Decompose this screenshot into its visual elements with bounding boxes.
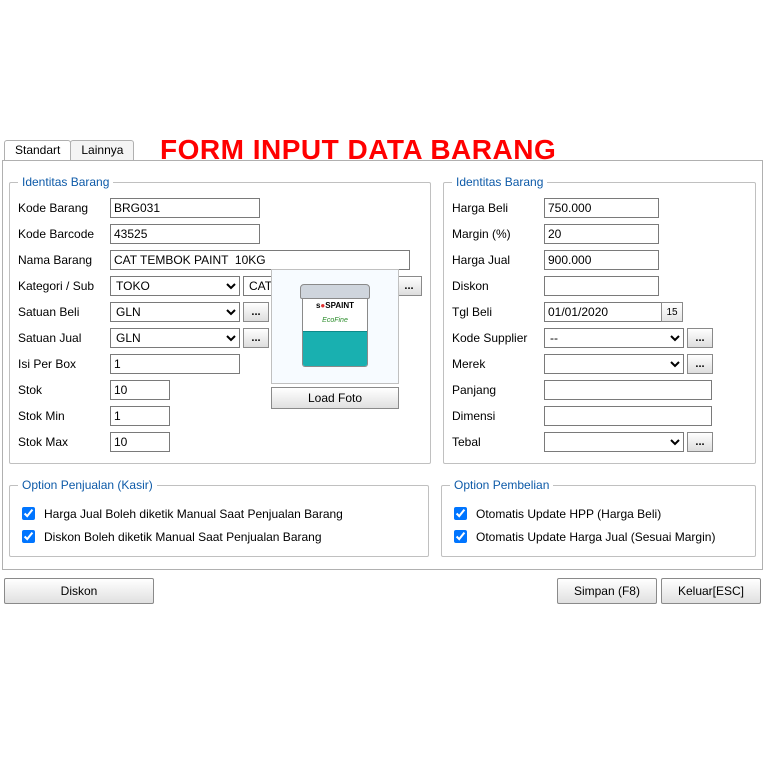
paint-can-icon: s●SPAINT EcoFine (300, 284, 370, 369)
tab-standart[interactable]: Standart (4, 140, 71, 160)
group-option-penjualan: Option Penjualan (Kasir) Harga Jual Bole… (9, 478, 429, 557)
group-identitas-right: Identitas Barang Harga Beli Margin (%) H… (443, 175, 756, 464)
group-option-pembelian: Option Pembelian Otomatis Update HPP (Ha… (441, 478, 756, 557)
stok-input[interactable] (110, 380, 170, 400)
nama-barang-input[interactable] (110, 250, 410, 270)
harga-jual-input[interactable] (544, 250, 659, 270)
merek-select[interactable] (544, 354, 684, 374)
merek-browse-button[interactable]: ... (687, 354, 713, 374)
stok-min-input[interactable] (110, 406, 170, 426)
label-stok: Stok (18, 383, 110, 397)
isi-per-box-input[interactable] (110, 354, 240, 374)
tebal-browse-button[interactable]: ... (687, 432, 713, 452)
legend-option-penjualan: Option Penjualan (Kasir) (18, 478, 157, 492)
form-title: FORM INPUT DATA BARANG (160, 134, 556, 166)
date-picker-button[interactable]: 15 (661, 302, 683, 322)
label-harga-manual: Harga Jual Boleh diketik Manual Saat Pen… (44, 507, 343, 521)
legend-identitas-left: Identitas Barang (18, 175, 113, 189)
label-harga-jual: Harga Jual (452, 253, 544, 267)
dimensi-input[interactable] (544, 406, 712, 426)
panjang-input[interactable] (544, 380, 712, 400)
supplier-browse-button[interactable]: ... (687, 328, 713, 348)
label-satuan-beli: Satuan Beli (18, 305, 110, 319)
legend-option-pembelian: Option Pembelian (450, 478, 553, 492)
label-kode-barcode: Kode Barcode (18, 227, 110, 241)
label-tebal: Tebal (452, 435, 544, 449)
label-update-harga-jual: Otomatis Update Harga Jual (Sesuai Margi… (476, 530, 715, 544)
label-stok-min: Stok Min (18, 409, 110, 423)
label-stok-max: Stok Max (18, 435, 110, 449)
legend-identitas-right: Identitas Barang (452, 175, 547, 189)
label-tgl-beli: Tgl Beli (452, 305, 544, 319)
label-diskon: Diskon (452, 279, 544, 293)
checkbox-harga-manual[interactable] (22, 507, 35, 520)
keluar-button[interactable]: Keluar[ESC] (661, 578, 761, 604)
checkbox-update-harga-jual[interactable] (454, 530, 467, 543)
satuan-beli-select[interactable]: GLN (110, 302, 240, 322)
tab-lainnya[interactable]: Lainnya (70, 140, 134, 160)
label-kategori: Kategori / Sub (18, 279, 110, 293)
label-update-hpp: Otomatis Update HPP (Harga Beli) (476, 507, 661, 521)
kode-supplier-select[interactable]: -- (544, 328, 684, 348)
kategori-select[interactable]: TOKO (110, 276, 240, 296)
label-kode-barang: Kode Barang (18, 201, 110, 215)
tebal-select[interactable] (544, 432, 684, 452)
diskon-button[interactable]: Diskon (4, 578, 154, 604)
photo-area: s●SPAINT EcoFine Load Foto (265, 269, 405, 409)
product-photo: s●SPAINT EcoFine (271, 269, 399, 384)
satuan-jual-select[interactable]: GLN (110, 328, 240, 348)
kode-barcode-input[interactable] (110, 224, 260, 244)
stok-max-input[interactable] (110, 432, 170, 452)
label-harga-beli: Harga Beli (452, 201, 544, 215)
checkbox-update-hpp[interactable] (454, 507, 467, 520)
diskon-input[interactable] (544, 276, 659, 296)
simpan-button[interactable]: Simpan (F8) (557, 578, 657, 604)
group-identitas-left: Identitas Barang Kode Barang Kode Barcod… (9, 175, 431, 464)
kode-barang-input[interactable] (110, 198, 260, 218)
tgl-beli-input[interactable] (544, 302, 662, 322)
label-margin: Margin (%) (452, 227, 544, 241)
load-foto-button[interactable]: Load Foto (271, 387, 399, 409)
margin-input[interactable] (544, 224, 659, 244)
main-panel: Identitas Barang Kode Barang Kode Barcod… (2, 160, 763, 570)
label-kode-supplier: Kode Supplier (452, 331, 544, 345)
label-diskon-manual: Diskon Boleh diketik Manual Saat Penjual… (44, 530, 322, 544)
checkbox-diskon-manual[interactable] (22, 530, 35, 543)
label-satuan-jual: Satuan Jual (18, 331, 110, 345)
label-panjang: Panjang (452, 383, 544, 397)
label-merek: Merek (452, 357, 544, 371)
label-dimensi: Dimensi (452, 409, 544, 423)
label-nama-barang: Nama Barang (18, 253, 110, 267)
harga-beli-input[interactable] (544, 198, 659, 218)
label-isi-per-box: Isi Per Box (18, 357, 110, 371)
